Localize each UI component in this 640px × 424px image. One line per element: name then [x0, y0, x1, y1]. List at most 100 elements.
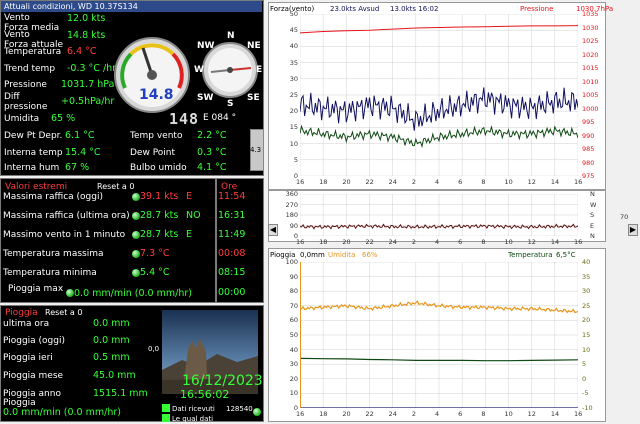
compass-w: W [194, 65, 204, 75]
y-right-tick: 975 [582, 172, 595, 180]
y-left-tick: 40 [289, 345, 298, 354]
x-tick: 18 [319, 178, 328, 186]
data-received-value: 128540 [226, 405, 253, 413]
rain-row-value: 0.0 mm [93, 335, 130, 346]
x-tick: 16 [296, 410, 305, 418]
x-tick: 8 [481, 178, 486, 186]
extremes-reset-button[interactable]: Reset a 0 [97, 182, 134, 192]
compass-n: N [227, 31, 235, 41]
x-tick: 6 [458, 178, 463, 186]
y-left-tick: 40 [289, 42, 298, 51]
extreme-dot [132, 212, 140, 220]
rain-max-time: 00:00 [218, 287, 246, 298]
y-right-tick: 1005 [582, 91, 599, 99]
y-left-tick: 90 [289, 221, 298, 230]
pressure-value: 1031.7 hPa [61, 79, 115, 90]
y-left-tick: 70 [289, 301, 298, 310]
extremes-title: Valori estremi [5, 182, 68, 192]
y-left-tick: 25 [289, 91, 298, 99]
y-left-tick: 10 [289, 389, 298, 398]
x-tick: 16 [296, 238, 305, 246]
int-temp-label: Interna temp [4, 148, 63, 158]
y-left-tick: 45 [289, 26, 298, 35]
rain-max-label: Pioggia max [8, 284, 64, 294]
y-right-tick: 990 [582, 131, 595, 140]
x-tick: 14 [550, 178, 560, 186]
rain-max-dot [66, 289, 74, 297]
x-tick: 6 [458, 238, 463, 246]
y-left-tick: 60 [289, 316, 298, 325]
rain-row-label: ultima ora [3, 319, 50, 329]
extreme-label: Massima raffica (ultima ora) [3, 211, 130, 221]
y-right-tick: 30 [582, 287, 591, 296]
y-left-tick: 30 [289, 74, 298, 83]
y-right-tick: 20 [582, 316, 591, 325]
compass-sw: SW [197, 93, 214, 103]
extreme-label: Massimo vento in 1 minuto [3, 230, 126, 240]
current-date: 16/12/2023 [182, 373, 263, 389]
x-tick: 12 [527, 238, 536, 246]
x-tick: 8 [481, 238, 486, 246]
x-tick: 10 [504, 238, 513, 246]
y-right-tick: 1030 [582, 23, 599, 32]
x-tick: 16 [574, 410, 583, 418]
x-tick: 4 [435, 178, 440, 186]
extreme-value: 5.4 °C [140, 267, 170, 278]
y-left-tick: 80 [289, 287, 298, 296]
y-right-tick: 985 [582, 145, 595, 153]
scroll-right-button[interactable]: ▶ [628, 224, 638, 236]
x-tick: 16 [574, 178, 583, 186]
rain-title: Pioggia [5, 308, 38, 318]
y-right-tick: 1010 [582, 77, 599, 86]
dew-depr-label: Dew Pt Depr. [4, 131, 63, 141]
rain-row-value: 1515.1 mm [93, 388, 148, 399]
y-left-tick: 180 [285, 211, 298, 219]
pressure-label: Pressione [4, 80, 47, 90]
y-right-tick: 40 [582, 258, 591, 266]
wind-temp-value: 2.2 °C [197, 130, 227, 141]
chart1-legend-avg: 23.0kts Avsud [330, 5, 380, 13]
y-right-tick: 1025 [582, 37, 599, 45]
rain-row-value: 0.5 mm [93, 352, 130, 363]
y-right-tick: 1035 [582, 10, 599, 18]
x-tick: 2 [411, 410, 416, 418]
y-right-tick: N [590, 190, 595, 198]
extreme-direction: E [186, 191, 193, 202]
rain-row-label: Pioggia mese [3, 371, 64, 381]
y-right-tick: -10 [582, 404, 593, 412]
y-left-tick: 90 [289, 272, 298, 281]
y-right-tick: 1020 [582, 50, 599, 59]
y-left-tick: 15 [289, 123, 298, 132]
extreme-value: 7.3 °C [140, 248, 170, 259]
x-tick: 4 [435, 410, 440, 418]
rain-row-value: 45.0 mm [93, 370, 136, 381]
scroll-left-button[interactable]: ◀ [268, 224, 278, 236]
x-tick: 6 [458, 410, 463, 418]
conditions-title: Attuali condizioni, WD 10.37S134 [1, 1, 262, 12]
extreme-value: 28.7 kts [140, 229, 179, 240]
extreme-time: 16:31 [218, 210, 246, 221]
side-slider-value: 4.3 [250, 146, 262, 154]
extreme-label: Massima raffica (oggi) [3, 192, 103, 202]
webcam-scale: 0,0 [148, 345, 160, 353]
extreme-label: Temperatura minima [3, 268, 97, 278]
x-tick: 14 [550, 410, 560, 418]
extreme-label: Temperatura massima [3, 249, 104, 259]
data-received-indicator [162, 404, 170, 412]
trend-label: Trend temp [4, 64, 56, 74]
y-left-tick: 5 [293, 155, 298, 164]
chart3-legend-humidity: Umidita [328, 251, 356, 259]
x-tick: 20 [342, 238, 351, 246]
extreme-value: 28.7 kts [140, 210, 179, 221]
y-right-tick: -5 [582, 389, 589, 398]
y-right-tick: S [590, 211, 595, 219]
rain-reset-button[interactable]: Reset a 0 [45, 308, 82, 318]
y-right-tick: 5 [582, 360, 587, 369]
wet-bulb-value: 4.1 °C [197, 162, 227, 173]
extreme-time: 08:15 [218, 267, 246, 278]
y-right-tick: N [590, 232, 595, 240]
rain-max-value: 0.0 mm/min (0.0 mm/hr) [74, 288, 192, 299]
extreme-value: 39.1 kts [140, 191, 179, 202]
y-right-tick: 980 [582, 158, 595, 167]
direction-right-value: 70 [620, 213, 629, 221]
